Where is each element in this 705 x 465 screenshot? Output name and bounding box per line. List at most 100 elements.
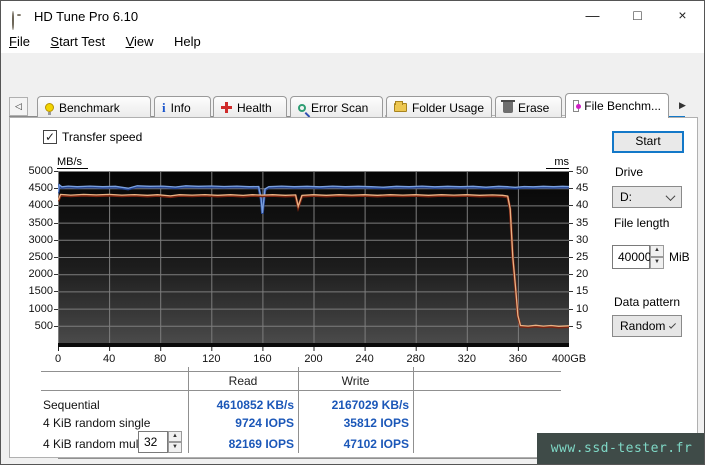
axis-tick-mark	[54, 257, 58, 258]
y-axis-left-unit: MB/s	[57, 156, 88, 169]
tab-file-benchmark[interactable]: File Benchm...	[565, 93, 669, 118]
tab-label: Error Scan	[311, 100, 369, 115]
maximize-button[interactable]: □	[615, 1, 660, 31]
toolbar: WD Blue SN5000 1TB 87°F ↓ Exit	[1, 53, 704, 141]
axis-tick-mark	[54, 308, 58, 310]
spinner-down-button[interactable]: ▼	[168, 442, 182, 453]
menu-view[interactable]: View	[118, 31, 162, 52]
axis-tick-mark	[54, 222, 58, 224]
y-axis-left-tick: 4000	[28, 199, 53, 212]
y-axis-left-tick: 500	[34, 319, 53, 332]
start-button[interactable]: Start	[612, 131, 684, 153]
axis-tick-mark	[569, 274, 573, 276]
y-axis-right-tick: 25	[576, 251, 589, 263]
tab-erase[interactable]: Erase	[495, 96, 562, 118]
y-axis-left-tick: 4500	[28, 182, 53, 195]
menu-help[interactable]: Help	[166, 31, 209, 52]
tab-error-scan[interactable]: Error Scan	[290, 96, 383, 118]
x-axis-tick: 0	[54, 353, 62, 365]
queue-depth-input[interactable]: 32	[138, 431, 168, 453]
row-label-random-multi: 4 KiB random multi	[43, 437, 145, 451]
file-length-value: 40000	[618, 250, 652, 264]
read-column-header: Read	[228, 374, 258, 388]
folder-icon	[394, 101, 407, 112]
axis-tick-mark	[569, 257, 573, 258]
chevron-down-icon	[669, 321, 677, 328]
axis-tick-mark	[54, 325, 58, 327]
file-length-label: File length	[614, 216, 670, 230]
tab-info[interactable]: i Info	[154, 96, 211, 118]
axis-tick-mark	[54, 205, 58, 207]
watermark: www.ssd-tester.fr	[537, 433, 704, 464]
close-button[interactable]: ×	[660, 1, 704, 31]
axis-tick-mark	[569, 188, 573, 190]
x-axis-tick: 320	[457, 353, 476, 365]
info-icon: i	[162, 99, 166, 115]
trash-icon	[501, 100, 515, 113]
axis-tick-mark	[569, 205, 573, 207]
y-axis-right-tick: 5	[576, 319, 583, 332]
axis-tick-mark	[569, 291, 573, 293]
tab-label: Benchmark	[59, 100, 120, 115]
data-pattern-dropdown[interactable]: Random	[612, 315, 682, 337]
drive-dropdown-value: D:	[620, 190, 632, 204]
file-length-input[interactable]: 40000	[612, 245, 652, 269]
transfer-speed-chart	[58, 171, 569, 351]
y-axis-right-tick: 50	[576, 165, 589, 177]
y-axis-left-tick: 5000	[28, 165, 53, 177]
axis-tick-mark	[569, 171, 573, 172]
tab-scroll-right-button[interactable]: ▶	[673, 97, 692, 116]
axis-tick-mark	[569, 222, 573, 224]
sequential-write-value: 2167029 KB/s	[331, 398, 409, 412]
tab-label: Info	[170, 100, 191, 115]
drive-label: Drive	[615, 165, 644, 179]
file-benchmark-icon	[573, 100, 582, 112]
spinner-up-button[interactable]: ▲	[650, 245, 664, 257]
menu-bar: File Start Test View Help	[1, 31, 704, 53]
drive-dropdown[interactable]: D:	[612, 186, 682, 208]
tab-health[interactable]: Health	[213, 96, 287, 118]
y-axis-right-tick: 35	[576, 216, 589, 229]
transfer-speed-checkbox[interactable]: ✓	[43, 130, 57, 144]
spinner-up-button[interactable]: ▲	[168, 431, 182, 442]
y-axis-left-tick: 3500	[28, 216, 53, 229]
chevron-down-icon	[665, 190, 676, 201]
app-disk-icon	[12, 11, 14, 30]
table-divider	[41, 371, 561, 372]
row-label-sequential: Sequential	[43, 398, 100, 412]
minimize-button[interactable]: —	[570, 1, 615, 31]
write-column-header: Write	[341, 374, 370, 388]
y-axis-right-tick: 20	[576, 268, 589, 281]
menu-start-test[interactable]: Start Test	[42, 31, 113, 52]
x-axis-tick: 280	[406, 353, 425, 365]
data-pattern-value: Random	[620, 319, 666, 333]
health-cross-icon	[221, 102, 232, 113]
y-axis-left-tick: 1500	[28, 285, 53, 298]
tab-label: File Benchm...	[584, 99, 661, 113]
axis-tick-mark	[54, 274, 58, 276]
table-divider	[41, 390, 561, 391]
hd-tune-window: HD Tune Pro 6.10 — □ × File Start Test V…	[0, 0, 705, 465]
tab-folder-usage[interactable]: Folder Usage	[386, 96, 492, 118]
y-axis-right-unit: ms	[546, 156, 569, 169]
row-label-random-single: 4 KiB random single	[43, 416, 151, 430]
x-axis-tick: 120	[202, 353, 221, 365]
queue-depth-spinner: ▲ ▼	[168, 431, 182, 453]
y-axis-left-tick: 3000	[28, 233, 53, 246]
y-axis-right-tick: 40	[576, 199, 589, 212]
random-multi-read-value: 82169 IOPS	[228, 437, 294, 451]
title-bar: HD Tune Pro 6.10 — □ ×	[1, 1, 704, 31]
y-axis-right-tick: 10	[576, 302, 589, 315]
tab-benchmark[interactable]: Benchmark	[37, 96, 151, 118]
x-axis-tick: 40	[102, 353, 116, 365]
x-axis-tick: 400GB	[551, 353, 587, 365]
x-axis-tick: 200	[304, 353, 323, 365]
sequential-read-value: 4610852 KB/s	[216, 398, 294, 412]
table-divider	[413, 367, 414, 453]
spinner-down-button[interactable]: ▼	[650, 257, 664, 269]
tab-label: Health	[237, 100, 272, 115]
tab-scroll-left-button[interactable]: ◁	[9, 97, 28, 116]
menu-file[interactable]: File	[1, 31, 38, 52]
file-length-spinner: ▲ ▼	[650, 245, 664, 269]
random-multi-write-value: 47102 IOPS	[343, 437, 409, 451]
